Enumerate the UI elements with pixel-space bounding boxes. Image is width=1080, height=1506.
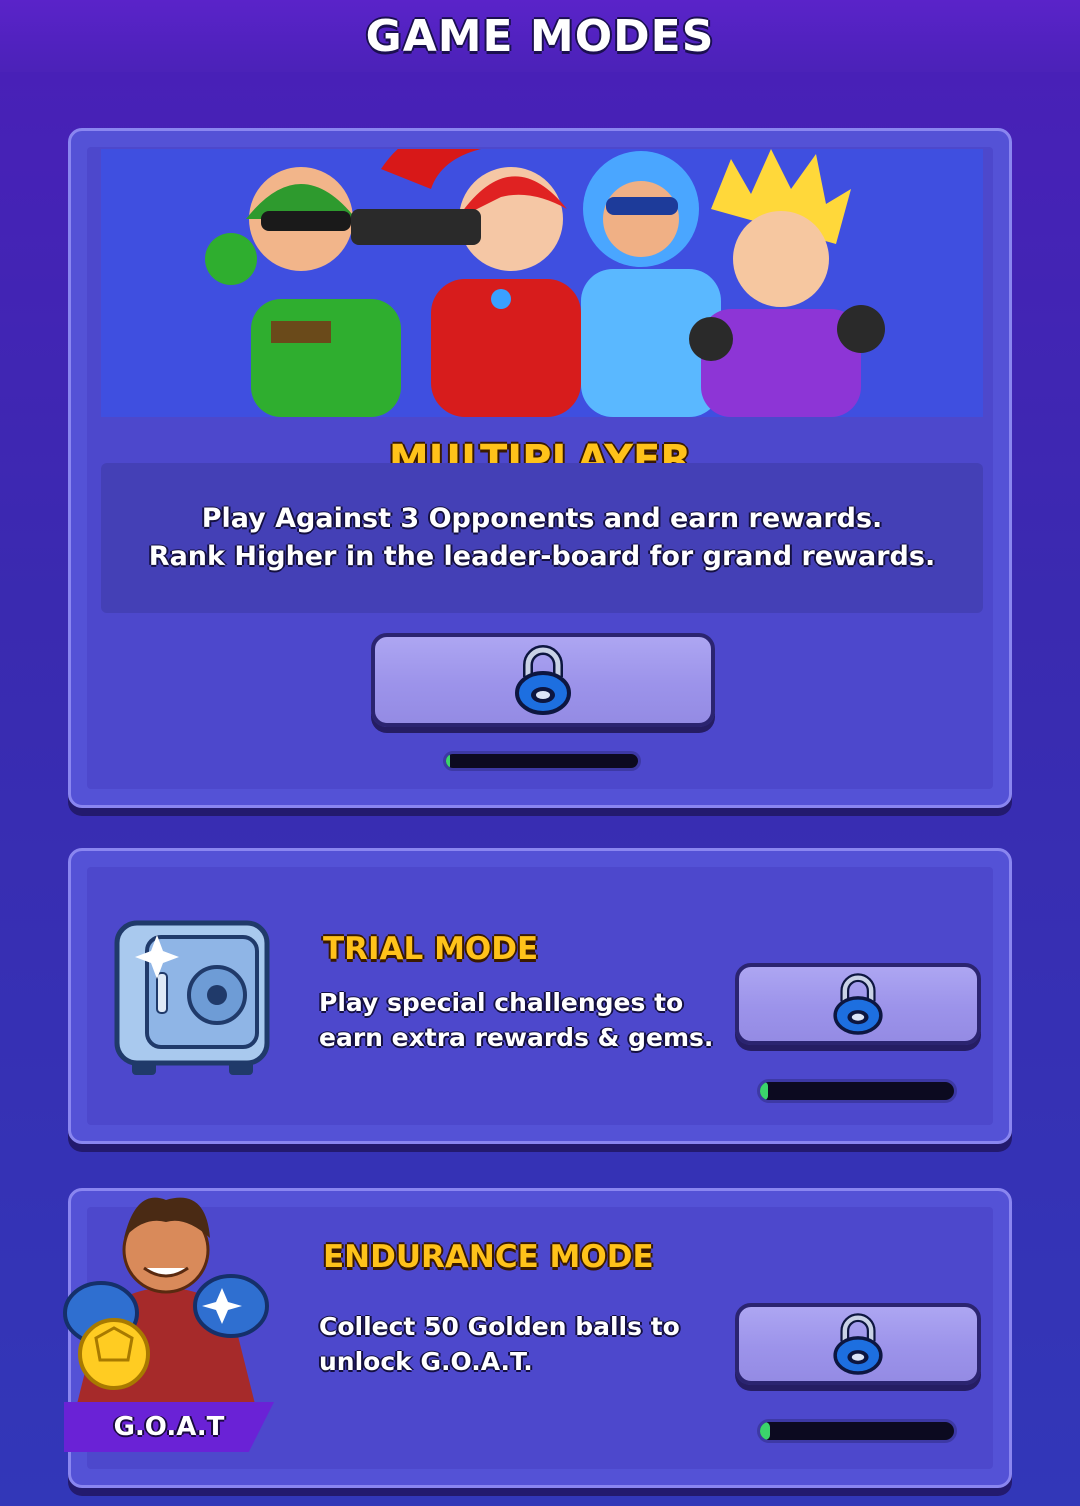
characters-illustration (205, 149, 885, 417)
endurance-mode-title: ENDURANCE MODE (323, 1239, 654, 1275)
trial-progress-bar (757, 1079, 957, 1103)
blue-ninja-icon (581, 151, 721, 417)
multiplayer-progress-bar (443, 751, 641, 771)
endurance-description-line-1: Collect 50 Golden balls to (319, 1312, 680, 1341)
endurance-description-line-2: unlock G.O.A.T. (319, 1347, 533, 1376)
title-bar: GAME MODES (0, 0, 1080, 72)
green-soldier-icon (205, 167, 401, 417)
multiplayer-description-line-1: Play Against 3 Opponents and earn reward… (201, 503, 883, 534)
trial-mode-panel[interactable]: TRIAL MODE Play special challenges to ea… (68, 848, 1012, 1144)
multiplayer-banner-image (101, 149, 983, 417)
trial-progress-fill (760, 1082, 768, 1100)
lock-icon (833, 1313, 883, 1375)
lock-icon (833, 973, 883, 1035)
multiplayer-locked-button[interactable] (371, 633, 715, 727)
multiplayer-description: Play Against 3 Opponents and earn reward… (101, 463, 983, 613)
trial-description-line-2: earn extra rewards & gems. (319, 1023, 714, 1052)
endurance-progress-bar (757, 1419, 957, 1443)
page-title: GAME MODES (365, 10, 715, 62)
trial-locked-button[interactable] (735, 963, 981, 1045)
safe-icon (114, 920, 270, 1075)
goat-tag-label: G.O.A.T (113, 1412, 225, 1442)
trial-description-line-1: Play special challenges to (319, 988, 684, 1017)
multiplayer-description-line-2: Rank Higher in the leader-board for gran… (148, 541, 936, 572)
trial-description: Play special challenges to earn extra re… (319, 985, 713, 1055)
goat-character-icon (63, 1197, 269, 1408)
multiplayer-progress-fill (446, 754, 450, 768)
lock-icon (515, 645, 571, 715)
endurance-locked-button[interactable] (735, 1303, 981, 1385)
endurance-progress-fill (760, 1422, 770, 1440)
trial-mode-title: TRIAL MODE (323, 931, 539, 967)
purple-fighter-icon (689, 149, 885, 417)
endurance-description: Collect 50 Golden balls to unlock G.O.A.… (319, 1309, 680, 1379)
multiplayer-panel[interactable]: MULTIPLAYER Play Against 3 Opponents and… (68, 128, 1012, 808)
goat-tag: G.O.A.T (64, 1402, 274, 1452)
